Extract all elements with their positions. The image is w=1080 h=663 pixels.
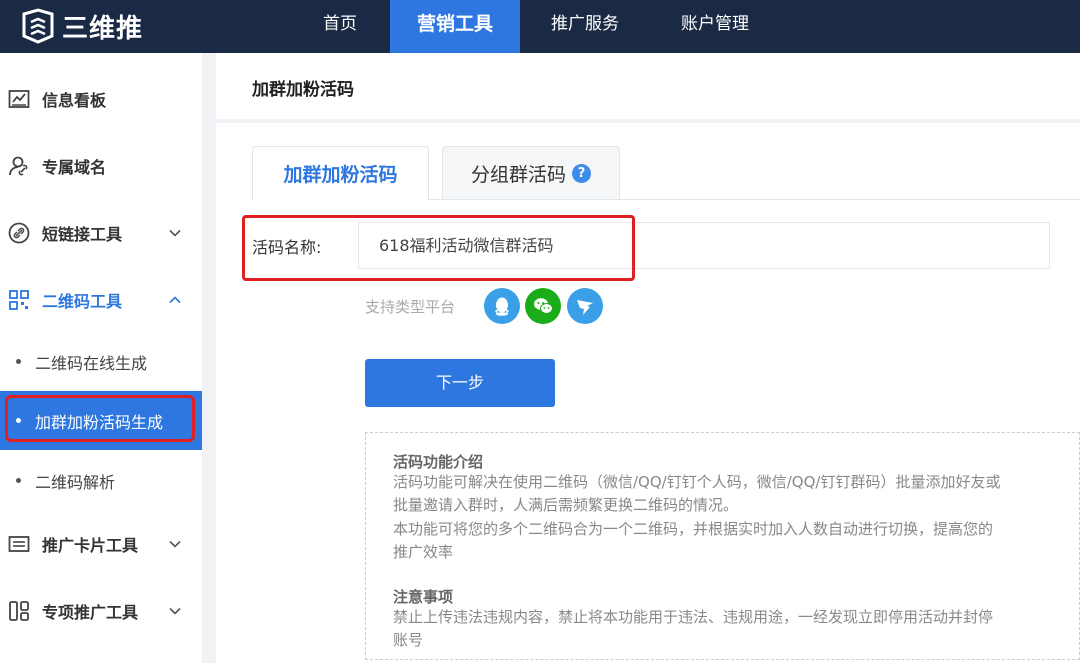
bullet-dot	[16, 478, 21, 483]
sidebar-item-qrcode[interactable]: 二维码工具	[0, 275, 202, 325]
card-icon	[8, 536, 30, 552]
sidebar: 信息看板 专属域名 短链接工具 二维码工具 二维码在线生成 加群加粉活码生成 二…	[0, 53, 202, 663]
intro-text: 本功能可将您的多个二维码合为一个二维码，并根据实时加入人数自动进行切换，提高您的	[393, 520, 994, 538]
sidebar-item-label: 二维码工具	[42, 292, 123, 311]
sidebar-item-label: 推广卡片工具	[42, 536, 139, 555]
next-step-button[interactable]: 下一步	[365, 359, 555, 407]
help-icon[interactable]: ?	[572, 164, 591, 183]
nav-promotion-services[interactable]: 推广服务	[520, 0, 650, 53]
sidebar-item-domain[interactable]: 专属域名	[0, 141, 202, 191]
info-panel: 活码功能介绍 活码功能可解决在使用二维码（微信/QQ/钉钉个人码，微信/QQ/钉…	[365, 432, 1080, 660]
chevron-down-icon	[169, 607, 181, 615]
sidebar-item-dashboard[interactable]: 信息看板	[0, 74, 202, 124]
tab-group-livecode[interactable]: 加群加粉活码	[252, 146, 429, 200]
dingtalk-icon[interactable]	[567, 288, 603, 324]
intro-text: 活码功能可解决在使用二维码（微信/QQ/钉钉个人码，微信/QQ/钉钉群码）批量添…	[393, 473, 1001, 491]
bullet-dot	[16, 359, 21, 364]
nav-marketing-tools[interactable]: 营销工具	[390, 0, 520, 53]
platform-label: 支持类型平台	[365, 298, 456, 316]
sidebar-item-label: 专项推广工具	[42, 603, 139, 622]
sidebar-item-special-promo[interactable]: 专项推广工具	[0, 586, 202, 636]
intro-title: 活码功能介绍	[393, 453, 484, 471]
intro-text: 推广效率	[393, 543, 454, 561]
highlight-box	[242, 215, 635, 281]
qq-penguin-glyph	[495, 297, 509, 316]
qrcode-icon	[9, 290, 29, 310]
notice-text: 账号	[393, 631, 424, 649]
logo-icon	[22, 8, 54, 44]
intro-text: 批量邀请入群时，人满后需频繁更换二维码的情况。	[393, 496, 739, 514]
nav-account-management[interactable]: 账户管理	[650, 0, 780, 53]
sidebar-subitem-label: 二维码在线生成	[35, 354, 148, 373]
nav-home[interactable]: 首页	[290, 0, 390, 53]
highlight-box	[5, 395, 195, 442]
sidebar-item-label: 信息看板	[42, 91, 107, 110]
wechat-icon[interactable]	[525, 288, 561, 324]
user-link-icon	[9, 156, 28, 176]
chevron-down-icon	[169, 229, 181, 237]
sidebar-subitem-label: 二维码解析	[35, 473, 116, 492]
notice-text: 禁止上传违法违规内容，禁止将本功能用于违法、违规用途，一经发现立即停用活动并封停	[393, 608, 994, 626]
wechat-bubble-glyph	[534, 298, 553, 314]
link-icon	[8, 222, 30, 244]
sidebar-item-promo-card[interactable]: 推广卡片工具	[0, 519, 202, 569]
top-navbar: 三维推 首页 营销工具 推广服务 账户管理	[0, 0, 1080, 53]
chevron-up-icon	[169, 296, 181, 304]
sidebar-item-shortlink[interactable]: 短链接工具	[0, 208, 202, 258]
logo-text: 三维推	[62, 13, 144, 44]
layout-icon	[9, 601, 29, 621]
sidebar-item-label: 专属域名	[42, 158, 107, 177]
sidebar-subitem-qr-generate[interactable]: 二维码在线生成	[0, 340, 202, 384]
logo[interactable]: 三维推	[20, 6, 143, 46]
sidebar-subitem-qr-decode[interactable]: 二维码解析	[0, 459, 202, 503]
page-title: 加群加粉活码	[252, 80, 354, 100]
main-nav: 首页 营销工具 推广服务 账户管理	[290, 0, 780, 53]
dingtalk-glyph	[577, 300, 593, 315]
chevron-down-icon	[169, 540, 181, 548]
tab-label: 分组群活码	[470, 164, 566, 186]
sidebar-item-label: 短链接工具	[42, 225, 123, 244]
qq-icon[interactable]	[484, 288, 520, 324]
tab-grouped-livecode[interactable]: 分组群活码 ?	[442, 146, 620, 200]
notice-title: 注意事项	[393, 588, 454, 606]
chart-board-icon	[8, 90, 30, 108]
page-header: 加群加粉活码	[216, 53, 1080, 119]
